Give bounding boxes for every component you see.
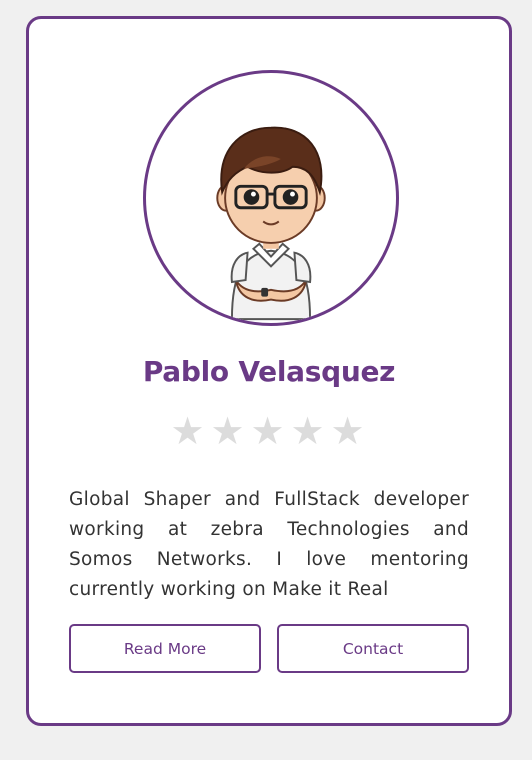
developer-avatar-icon [216,126,326,321]
profile-card: Pablo Velasquez ★★★★★ Global Shaper and … [26,16,512,726]
star-icon[interactable]: ★ [169,411,209,451]
avatar [143,70,399,326]
star-rating: ★★★★★ [29,411,509,451]
star-icon[interactable]: ★ [249,411,289,451]
profile-bio: Global Shaper and FullStack developer wo… [69,489,469,600]
star-icon[interactable]: ★ [209,411,249,451]
star-icon[interactable]: ★ [289,411,329,451]
contact-button[interactable]: Contact [277,624,469,673]
read-more-button[interactable]: Read More [69,624,261,673]
star-icon[interactable]: ★ [329,411,369,451]
profile-name: Pablo Velasquez [142,355,396,388]
